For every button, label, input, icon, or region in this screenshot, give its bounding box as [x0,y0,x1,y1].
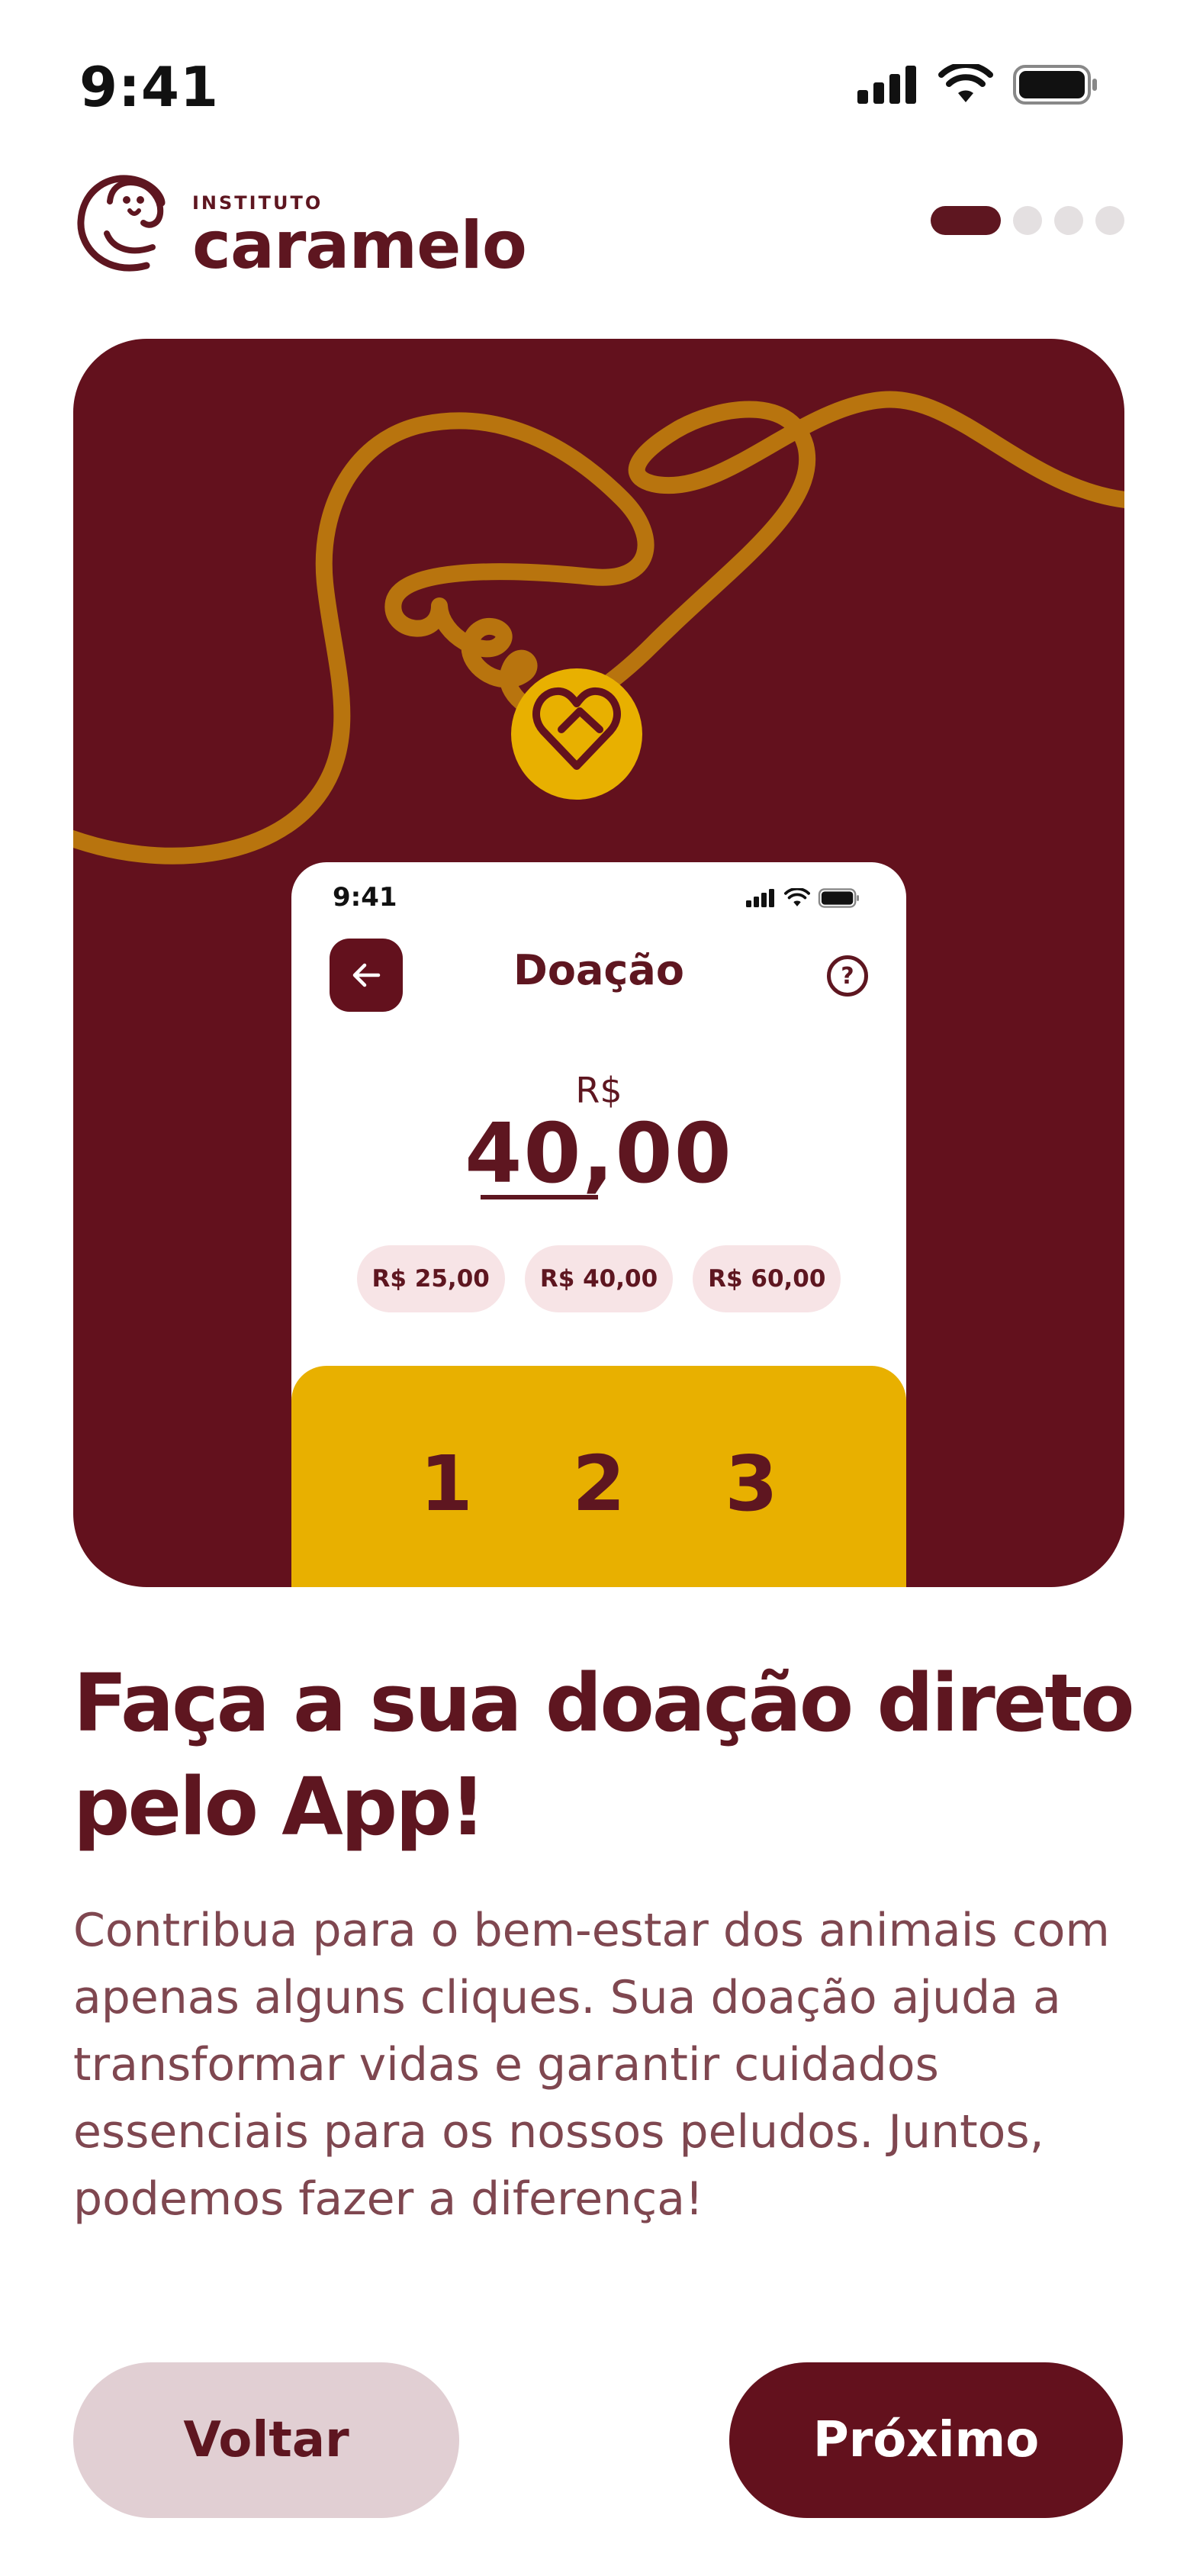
phone-status-icons [746,888,860,908]
onboarding-headline: Faça a sua doação direto pelo App! [73,1657,1135,1853]
amount-cursor-underline [481,1195,598,1199]
battery-icon [1013,65,1097,105]
next-button[interactable]: Próximo [729,2362,1123,2518]
signal-icon [746,889,774,907]
signal-icon [857,66,916,104]
hero-illustration: 9:41 Doação ? R$ 40,00 R$ 25,00 R$ 40,00… [73,339,1124,1587]
currency-label: R$ [575,1070,622,1111]
help-icon[interactable]: ? [827,955,868,997]
wifi-icon [784,888,810,906]
page-indicator [931,206,1124,235]
page-dot [1095,206,1124,235]
back-button[interactable]: Voltar [73,2362,459,2518]
page-dot [1013,206,1042,235]
numeric-keypad: 1 2 3 [291,1366,906,1587]
amount-chip-40[interactable]: R$ 40,00 [524,1245,674,1312]
dog-logo-icon [77,175,166,272]
battery-icon [818,888,859,908]
phone-mockup: 9:41 Doação ? R$ 40,00 R$ 25,00 R$ 40,00… [291,862,906,1587]
logo-title: caramelo [192,208,527,284]
brand-logo: INSTITUTO caramelo [76,169,527,284]
help-icon-glyph: ? [841,962,854,990]
amount-chip-60[interactable]: R$ 60,00 [693,1245,841,1312]
onboarding-description: Contribua para o bem-estar dos animais c… [73,1904,1110,2226]
wifi-icon [938,64,993,102]
status-icons [857,64,1098,105]
key-3[interactable]: 3 [721,1439,782,1587]
donation-amount: 40,00 [465,1106,733,1202]
page-dot [1054,206,1083,235]
amount-chip-25[interactable]: R$ 25,00 [356,1245,505,1312]
key-2[interactable]: 2 [568,1439,629,1587]
key-1[interactable]: 1 [416,1439,477,1587]
phone-screen-title: Doação [513,946,684,994]
status-time: 9:41 [79,55,220,119]
page-dot-active [931,206,1001,235]
phone-status-time: 9:41 [333,882,397,913]
onboarding-screen: 9:41 INSTITUTO caramelo 9:41 Doação ? R$… [0,0,1190,2576]
amount-chips: R$ 25,00 R$ 40,00 R$ 60,00 [291,1245,906,1312]
